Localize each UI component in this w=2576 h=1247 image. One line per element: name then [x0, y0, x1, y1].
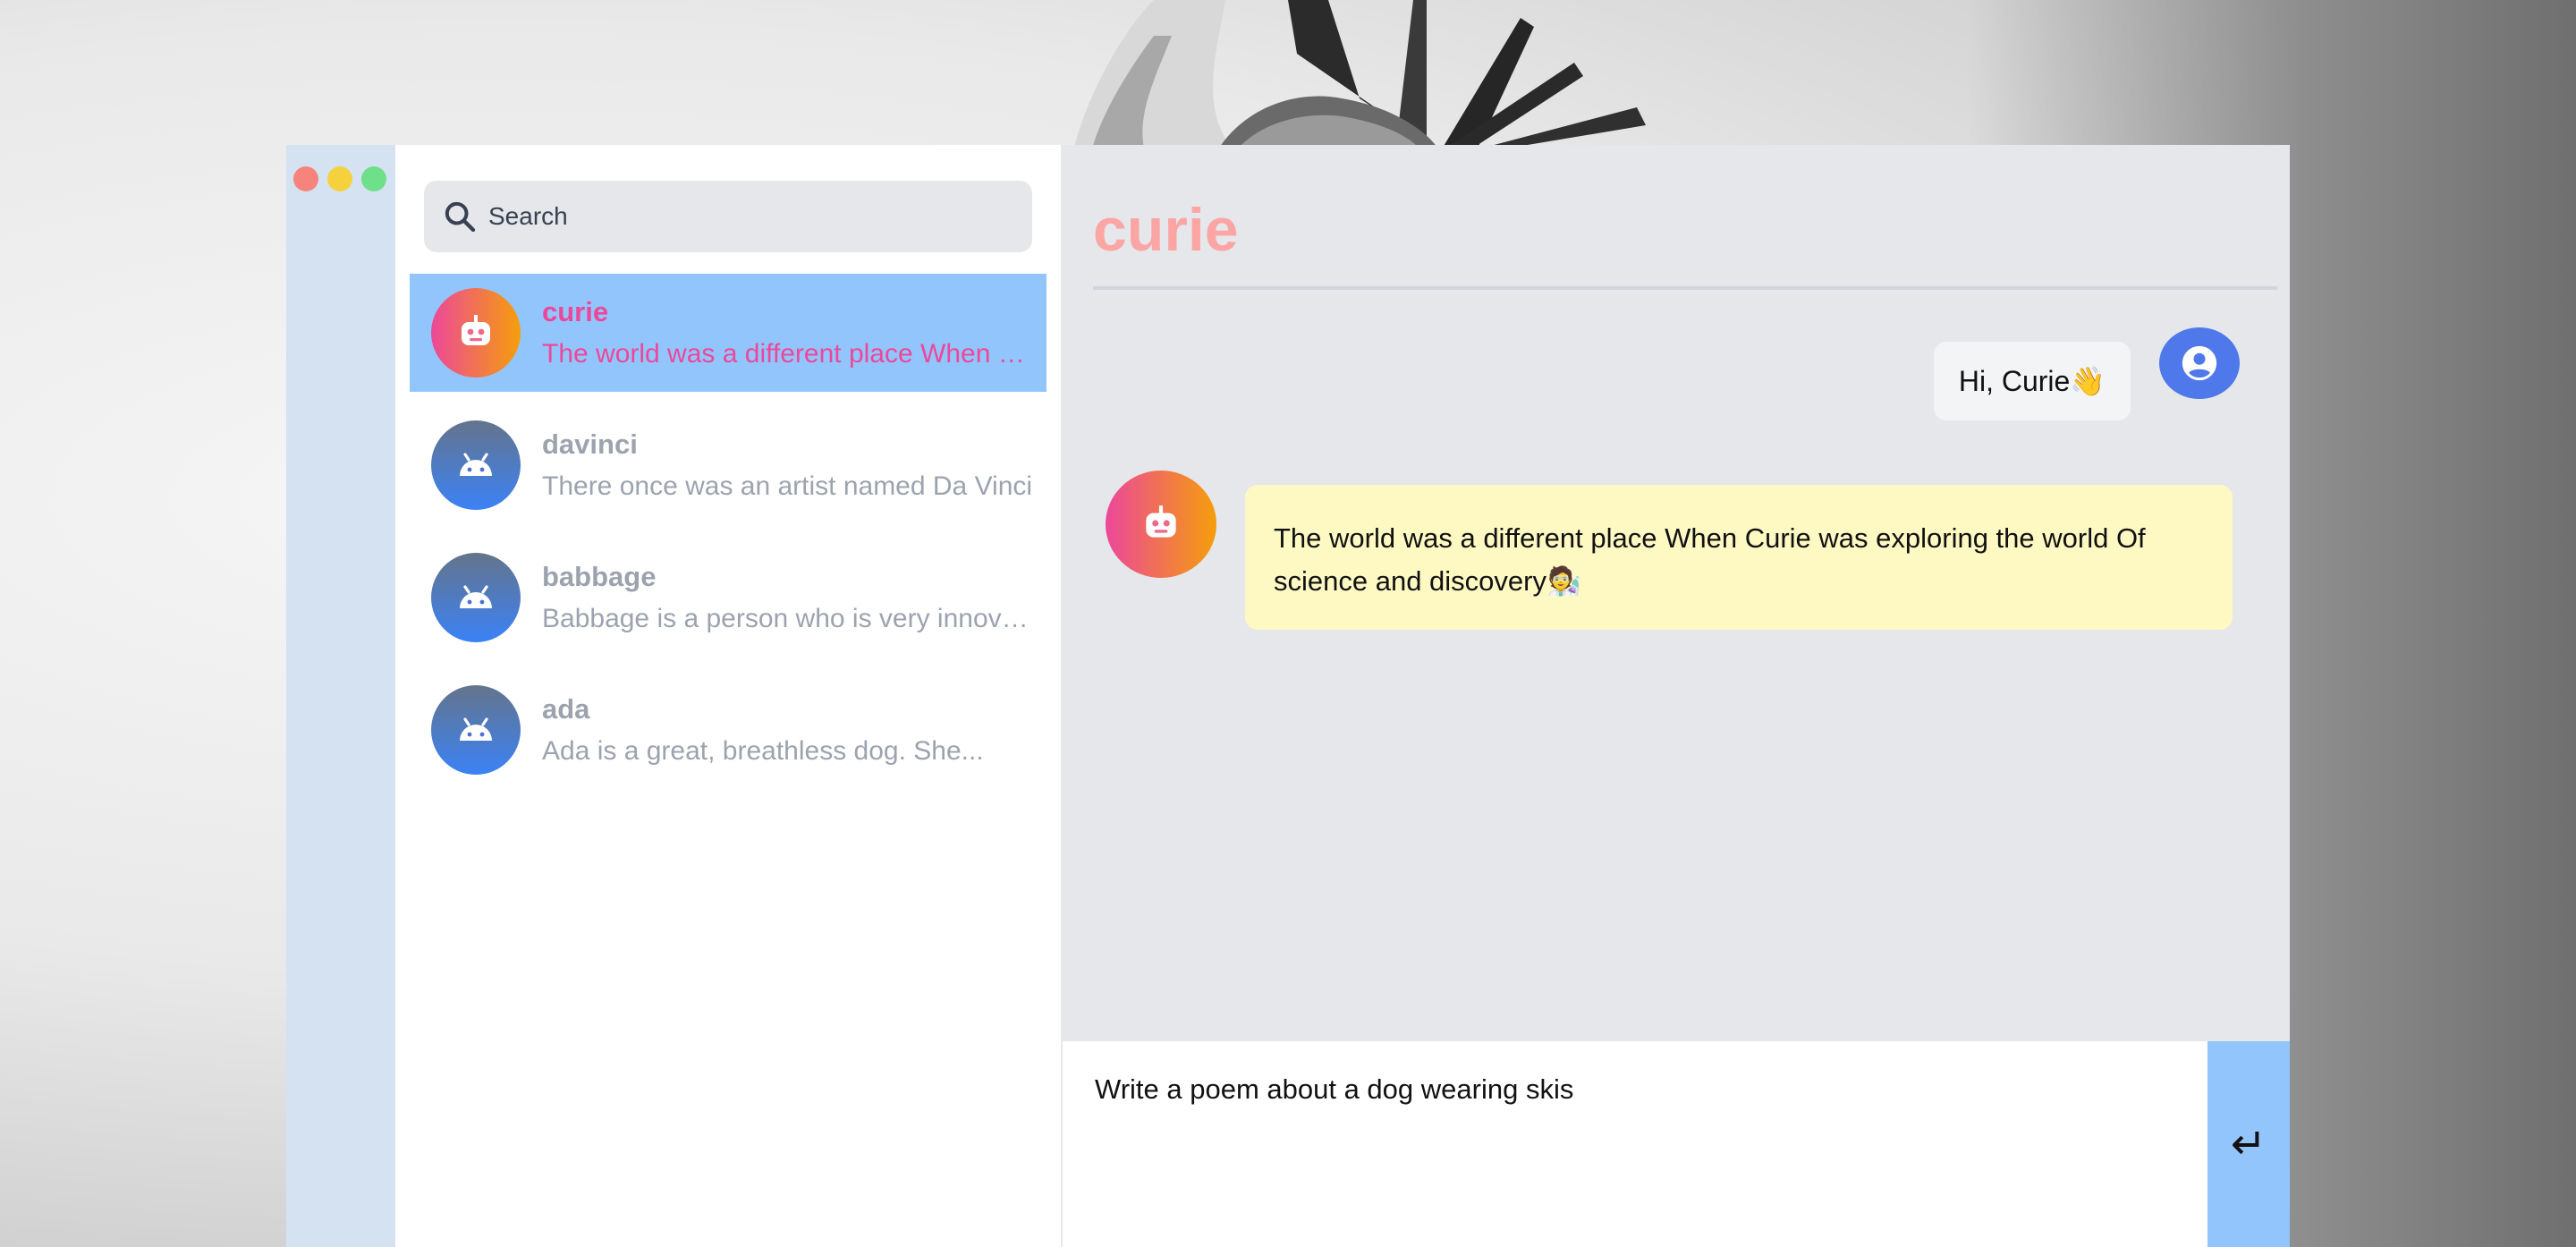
window-rail [286, 145, 395, 1247]
send-button[interactable]: ↵ [2207, 1041, 2290, 1247]
enter-arrow-icon: ↵ [2230, 1121, 2267, 1168]
conversation-panel: curie Hi, Curie👋 The world was a differe… [1063, 145, 2290, 1041]
user-avatar-icon [2159, 327, 2240, 399]
chat-item-curie[interactable]: curie The world was a different place Wh… [410, 274, 1046, 392]
statue-of-liberty-crown-image [1073, 0, 1646, 152]
chat-preview: There once was an artist named Da Vinci [542, 471, 1033, 501]
user-message: Hi, Curie👋 [1934, 342, 2131, 420]
conversation-title: curie [1093, 196, 1239, 264]
robot-icon [431, 288, 521, 377]
chat-preview: Ada is a great, breathless dog. She... [542, 736, 984, 766]
chat-preview: Babbage is a person who is very innovati… [542, 604, 1043, 633]
search-input[interactable] [487, 201, 991, 232]
robot-icon [1106, 471, 1216, 578]
minimize-window-button[interactable] [327, 166, 352, 191]
android-icon [431, 685, 521, 775]
title-divider [1093, 286, 2277, 290]
search-box[interactable] [424, 181, 1032, 252]
android-icon [431, 420, 521, 510]
chat-name: curie [542, 296, 609, 327]
android-icon [431, 553, 521, 642]
chat-item-babbage[interactable]: babbage Babbage is a person who is very … [410, 539, 1046, 657]
chat-item-ada[interactable]: ada Ada is a great, breathless dog. She.… [410, 671, 1046, 789]
chat-name: babbage [542, 561, 657, 592]
search-icon [445, 201, 476, 233]
message-composer: Write a poem about a dog wearing skis [1063, 1041, 2207, 1247]
chat-preview: The world was a different place When Cur… [542, 339, 1043, 369]
chat-name: ada [542, 693, 590, 725]
chat-name: davinci [542, 428, 638, 460]
message-input[interactable]: Write a poem about a dog wearing skis [1093, 1072, 2170, 1227]
app-window: curie The world was a different place Wh… [286, 145, 2290, 1247]
chat-item-davinci[interactable]: davinci There once was an artist named D… [410, 406, 1046, 524]
bot-message: The world was a different place When Cur… [1245, 485, 2233, 630]
close-window-button[interactable] [293, 166, 318, 191]
chat-list-sidebar: curie The world was a different place Wh… [395, 145, 1063, 1247]
maximize-window-button[interactable] [361, 166, 386, 191]
